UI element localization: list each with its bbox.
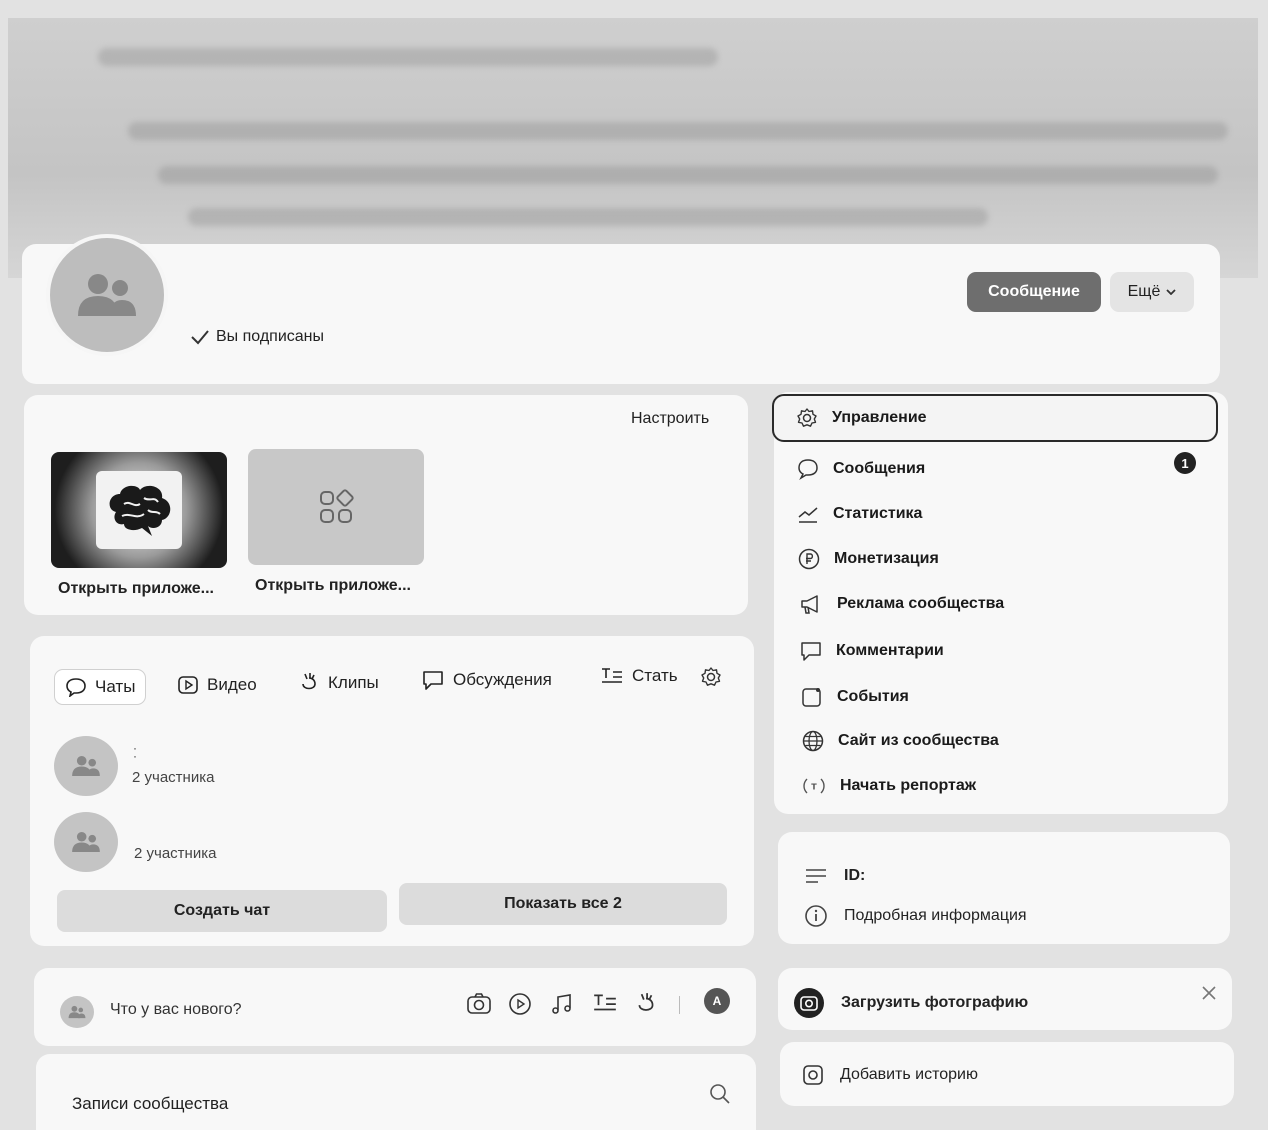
search-icon[interactable]	[709, 1083, 731, 1105]
menu-label: Управление	[832, 409, 927, 426]
tab-discussions[interactable]: Обсуждения	[421, 669, 552, 691]
cover-image	[8, 18, 1258, 278]
menu-label: Реклама сообщества	[837, 595, 1005, 612]
ruble-icon	[798, 548, 820, 570]
menu-label: Начать репортаж	[840, 777, 977, 794]
stats-icon	[798, 507, 818, 523]
community-avatar[interactable]	[46, 234, 168, 356]
upload-label: Загрузить фотографию	[841, 994, 1029, 1011]
create-chat-button[interactable]: Создать чат	[57, 890, 387, 932]
menu-item-website[interactable]: Сайт из сообщества	[802, 730, 999, 752]
list-icon	[806, 869, 826, 883]
tab-label: Видео	[207, 675, 257, 694]
menu-label: Статистика	[833, 505, 923, 522]
show-all-chats-button[interactable]: Показать все 2	[399, 883, 727, 925]
story-label: Добавить историю	[840, 1066, 978, 1083]
brain-icon	[109, 485, 171, 536]
menu-item-ads[interactable]: Реклама сообщества	[799, 593, 1004, 615]
community-id-row: ID:	[804, 866, 865, 886]
discussion-icon	[423, 671, 443, 690]
svg-text:T: T	[811, 783, 817, 792]
group-icon	[72, 755, 100, 777]
id-label: ID:	[844, 867, 866, 884]
group-icon	[68, 1005, 86, 1019]
article-icon	[602, 668, 622, 683]
subscription-status[interactable]: Вы подписаны	[190, 328, 324, 346]
chat-avatar[interactable]	[54, 812, 118, 872]
megaphone-icon	[801, 595, 818, 614]
post-input[interactable]: Что у вас нового?	[110, 1001, 242, 1019]
divider	[679, 996, 680, 1014]
app-tile[interactable]	[51, 452, 227, 568]
community-header	[22, 244, 1220, 384]
more-label: Ещё	[1127, 283, 1161, 300]
tab-label: Клипы	[328, 673, 379, 692]
posts-title: Записи сообщества	[72, 1094, 229, 1113]
menu-label: Монетизация	[834, 550, 939, 567]
gear-icon[interactable]	[700, 666, 722, 688]
story-icon	[803, 1065, 823, 1085]
video-icon	[178, 676, 198, 694]
chat-members: 2 участника	[134, 845, 217, 862]
app-tile[interactable]	[248, 449, 424, 565]
tab-clips[interactable]: Клипы	[298, 672, 379, 694]
community-posts	[36, 1054, 756, 1130]
messages-count-badge: 1	[1174, 452, 1196, 474]
tab-video[interactable]: Видео	[177, 675, 257, 695]
clips-icon[interactable]	[634, 992, 658, 1016]
customize-link[interactable]: Настроить	[631, 410, 709, 428]
menu-item-comments[interactable]: Комментарии	[800, 640, 944, 662]
message-button[interactable]: Сообщение	[967, 272, 1101, 312]
menu-item-broadcast[interactable]: T Начать репортаж	[802, 775, 976, 797]
composer-avatar	[60, 996, 94, 1028]
event-icon	[802, 688, 821, 707]
tab-articles[interactable]: Стать	[600, 666, 678, 686]
music-icon[interactable]	[550, 992, 574, 1016]
author-avatar[interactable]: A	[704, 988, 730, 1014]
details-label: Подробная информация	[844, 907, 1027, 924]
tab-chats[interactable]: Чаты	[54, 669, 147, 705]
menu-item-statistics[interactable]: Статистика	[797, 503, 922, 525]
menu-label: События	[837, 688, 909, 705]
tab-label: Обсуждения	[453, 670, 552, 689]
article-icon[interactable]	[592, 992, 618, 1014]
group-icon	[78, 274, 136, 316]
menu-item-events[interactable]: События	[801, 686, 909, 708]
app-label[interactable]: Открыть приложе...	[58, 580, 214, 598]
tab-label: Чаты	[95, 677, 136, 696]
video-icon[interactable]	[508, 992, 532, 1016]
chat-icon	[66, 678, 86, 697]
menu-label: Комментарии	[836, 642, 944, 659]
message-icon	[798, 459, 818, 480]
menu-item-management[interactable]: Управление	[772, 394, 1218, 442]
clips-icon	[302, 673, 316, 690]
apps-grid-icon	[320, 489, 354, 523]
menu-label: Сообщения	[833, 460, 926, 477]
chevron-down-icon	[1166, 289, 1176, 295]
details-link[interactable]: Подробная информация	[804, 904, 1027, 928]
camera-icon[interactable]	[466, 992, 492, 1016]
check-icon	[191, 330, 209, 345]
broadcast-icon: T	[803, 778, 825, 794]
tab-label: Стать	[632, 666, 678, 685]
menu-item-monetization[interactable]: Монетизация	[798, 548, 939, 570]
menu-item-messages[interactable]: Сообщения	[797, 458, 925, 480]
subscribed-label: Вы подписаны	[216, 328, 324, 345]
add-story-button[interactable]: Добавить историю	[802, 1064, 978, 1086]
gear-icon	[797, 408, 817, 427]
comment-icon	[801, 642, 821, 661]
camera-icon	[794, 988, 824, 1018]
more-button[interactable]: Ещё	[1110, 272, 1194, 312]
app-label[interactable]: Открыть приложе...	[255, 577, 411, 595]
menu-label: Сайт из сообщества	[838, 732, 999, 749]
chat-members: 2 участника	[132, 769, 215, 786]
chat-avatar[interactable]	[54, 736, 118, 796]
chat-title: · ·	[133, 741, 137, 763]
upload-photo-button[interactable]: Загрузить фотографию	[793, 987, 1028, 1019]
globe-icon	[802, 730, 824, 752]
group-icon	[72, 831, 100, 853]
info-icon	[805, 905, 827, 927]
close-icon[interactable]	[1202, 986, 1216, 1000]
